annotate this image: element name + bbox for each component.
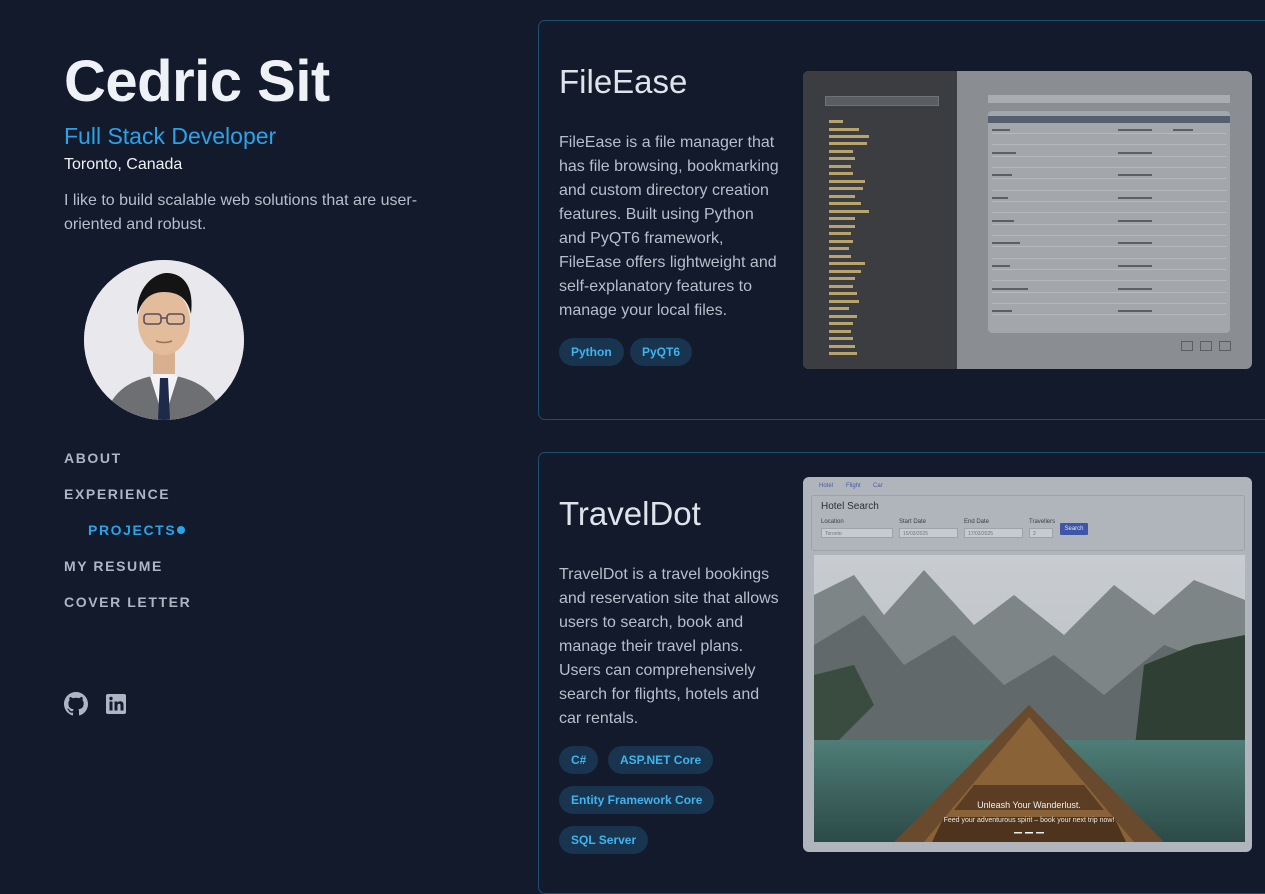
start-date-label: Start Date: [899, 519, 927, 525]
hero-subtitle: Feed your adventurous spirit – book your…: [944, 817, 1115, 824]
profile-location: Toronto, Canada: [64, 156, 183, 173]
search-heading: Hotel Search: [821, 501, 879, 512]
project-description: TravelDot is a travel bookings and reser…: [559, 566, 779, 727]
nav-item-projects-label: PROJECTS: [88, 522, 177, 538]
tech-tag: SQL Server: [559, 826, 649, 854]
travellers-input: 2: [1029, 528, 1053, 538]
location-label: Location: [821, 519, 844, 525]
tech-tag: C#: [559, 746, 599, 774]
hotel-search-form: Hotel Search Location Toronto Start Date…: [811, 495, 1245, 551]
tech-tag: PyQT6: [630, 338, 693, 366]
tech-tag: ASP.NET Core: [608, 746, 714, 774]
project-title: TravelDot: [559, 495, 701, 532]
new-folder-icon: [1181, 341, 1193, 351]
bookmark-icon: [1200, 341, 1212, 351]
tab-car: Car: [873, 483, 883, 489]
address-bar: [988, 95, 1230, 103]
profile-name: Cedric Sit: [64, 49, 330, 114]
file-tree-panel: [803, 71, 957, 369]
start-date-input: 15/03/2025: [899, 528, 958, 538]
hero-image: Unleash Your Wanderlust. Feed your adven…: [814, 555, 1245, 842]
hero-title: Unleash Your Wanderlust.: [977, 800, 1081, 810]
location-input: Toronto: [821, 528, 893, 538]
tab-flight: Flight: [846, 483, 861, 489]
avatar-photo: [84, 260, 244, 420]
fileease-screenshot: [803, 71, 1252, 369]
nav-item-resume[interactable]: MY RESUME: [64, 558, 163, 574]
github-icon[interactable]: [64, 692, 88, 716]
profile-bio: I like to build scalable web solutions t…: [64, 192, 418, 233]
path-field: [825, 96, 939, 106]
end-date-input: 17/03/2025: [964, 528, 1023, 538]
traveldot-screenshot: Hotel Flight Car Hotel Search Location T…: [803, 477, 1252, 852]
travellers-label: Travellers: [1029, 519, 1056, 525]
project-card-traveldot[interactable]: TravelDot TravelDot is a travel bookings…: [538, 452, 1265, 894]
active-indicator-dot: [177, 526, 185, 534]
folder-icon: [1219, 341, 1231, 351]
nav-item-projects[interactable]: PROJECTS: [88, 522, 185, 538]
tab-hotel: Hotel: [819, 483, 834, 489]
file-list-table: [988, 111, 1230, 333]
search-button: Search: [1060, 523, 1088, 535]
profile-role: Full Stack Developer: [64, 123, 277, 149]
nav-item-cover-letter[interactable]: COVER LETTER: [64, 594, 191, 610]
nav-item-experience[interactable]: EXPERIENCE: [64, 486, 170, 502]
project-title: FileEase: [559, 63, 688, 100]
project-card-fileease[interactable]: FileEase FileEase is a file manager that…: [538, 20, 1265, 420]
end-date-label: End Date: [964, 519, 990, 525]
project-description: FileEase is a file manager that has file…: [559, 134, 779, 319]
nav-item-about[interactable]: ABOUT: [64, 450, 122, 466]
tech-tag: Entity Framework Core: [559, 786, 715, 814]
tech-tag: Python: [559, 338, 624, 366]
linkedin-icon[interactable]: [104, 692, 128, 716]
avatar: [84, 260, 244, 420]
